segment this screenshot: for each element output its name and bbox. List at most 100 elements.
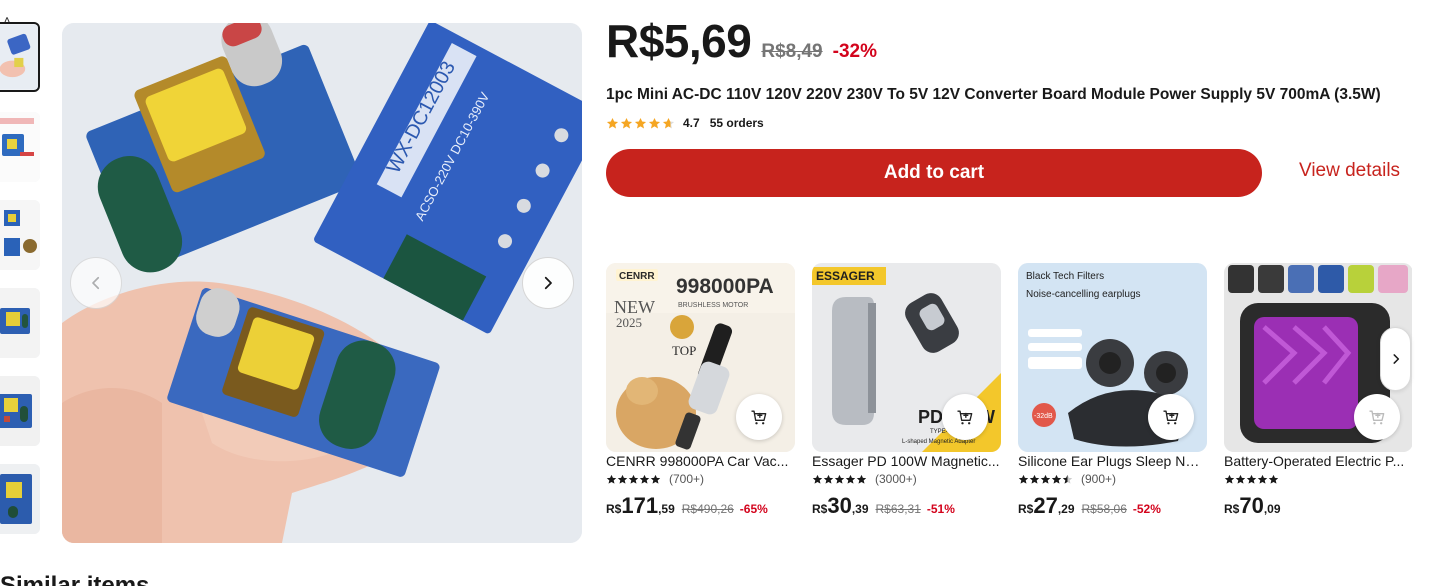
star-icon [606,474,617,484]
card-price-integer: 70 [1239,493,1264,518]
card-image-text: ESSAGER [816,269,875,283]
card-add-to-cart-button[interactable] [1354,394,1400,440]
card-image-text: CENRR [619,271,655,282]
star-icon [812,474,823,484]
card-image-text: 998000PA [676,275,774,298]
star-icon [1235,474,1246,484]
product-card[interactable]: Battery-Operated Electric P... R$ 70 ,09 [1224,263,1412,533]
card-price: R$ 30 ,39 R$63,31 -51% [812,493,955,519]
thumbnail-rail: ˄ [0,0,44,545]
rating-value: 4.7 [683,116,700,130]
star-icon [628,474,639,484]
add-to-cart-button[interactable]: Add to cart [606,149,1262,197]
main-product-image: WX-DC12003 ACSO-220V DC10-390V [62,23,582,543]
star-icon [856,474,867,484]
star-icon [1246,474,1257,484]
view-details-link[interactable]: View details [1299,160,1400,182]
rating-row[interactable]: 4.7 55 orders [606,115,764,131]
card-price-decimal: ,39 [851,502,869,516]
card-rating [1224,472,1287,486]
card-price-integer: 30 [827,493,852,518]
star-icon [823,474,834,484]
card-price-decimal: ,59 [658,502,675,516]
card-image-text: TOP [672,343,696,358]
image-prev-button[interactable] [70,257,122,309]
star-icon [662,117,675,128]
add-to-cart-icon [751,410,767,425]
card-price: R$ 171 ,59 R$490,26 -65% [606,493,768,519]
star-icon [648,117,661,128]
card-old-price: R$58,06 [1081,502,1127,516]
card-rating-stars [812,474,867,485]
add-to-cart-icon [1163,410,1179,425]
thumbnail-3[interactable] [0,200,40,270]
card-rating: (700+) [606,472,704,486]
price-row: R$5,69 R$8,49 -32% [606,14,877,72]
star-icon [1029,474,1040,484]
card-rating-stars [1018,474,1073,485]
card-review-count: (700+) [669,472,705,486]
star-icon [1062,474,1073,484]
card-rating-stars [606,474,661,485]
star-icon [1257,474,1268,484]
image-next-button[interactable] [522,257,574,309]
rating-stars [606,117,675,130]
card-review-count: (3000+) [875,472,917,486]
card-add-to-cart-button[interactable] [942,394,988,440]
card-image-text: BRUSHLESS MOTOR [678,302,748,309]
star-icon [617,474,628,484]
card-price-decimal: ,09 [1263,502,1281,516]
card-title: CENRR 998000PA Car Vac... [606,453,789,469]
card-price-currency: R$ [812,502,828,516]
product-photo: WX-DC12003 ACSO-220V DC10-390V [62,23,582,543]
card-image-text: Black Tech Filters [1026,271,1104,282]
card-rating-stars [1224,474,1279,485]
thumbnail-5[interactable] [0,376,40,446]
chevron-right-icon [544,276,552,290]
card-discount: -65% [739,502,768,516]
product-card[interactable]: ESSAGER PD 100W TYPE-C L-shaped Magnetic… [812,263,1001,533]
star-icon [650,474,661,484]
recommendation-strip: CENRR 998000PA BRUSHLESS MOTOR NEW 2025 … [606,263,1412,533]
card-old-price: R$63,31 [875,502,921,516]
original-price: R$8,49 [761,41,823,62]
chevron-right-icon [1392,354,1399,364]
thumbnail-1[interactable] [0,22,40,92]
product-card[interactable]: Black Tech Filters Noise-cancelling earp… [1018,263,1207,533]
add-to-cart-icon [957,410,973,425]
card-price-currency: R$ [606,502,622,516]
thumbnail-2[interactable] [0,112,40,182]
card-rating: (3000+) [812,472,917,486]
card-price: R$ 70 ,09 [1224,493,1294,519]
star-icon [620,117,633,128]
card-rating: (900+) [1018,472,1116,486]
product-title: 1pc Mini AC-DC 110V 120V 220V 230V To 5V… [606,86,1381,103]
thumbnail-4[interactable] [0,288,40,358]
recommendations-next-button[interactable] [1380,327,1411,391]
card-image-text: -32dB [1034,413,1053,420]
card-price-integer: 27 [1033,493,1058,518]
star-icon [1268,474,1279,484]
card-title: Silicone Ear Plugs Sleep Noi... [1018,453,1207,469]
star-icon [1051,474,1062,484]
card-add-to-cart-button[interactable] [1148,394,1194,440]
card-price-integer: 171 [621,493,659,518]
card-discount: -52% [1132,502,1161,516]
star-icon [845,474,856,484]
card-price: R$ 27 ,29 R$58,06 -52% [1018,493,1161,519]
card-add-to-cart-button[interactable] [736,394,782,440]
card-discount: -51% [926,502,955,516]
card-review-count: (900+) [1081,472,1117,486]
orders-count: 55 orders [709,116,764,130]
thumbnail-6[interactable] [0,464,40,534]
star-icon [639,474,650,484]
star-icon [1018,474,1029,484]
star-icon [1224,474,1235,484]
card-price-currency: R$ [1018,502,1034,516]
star-icon [834,474,845,484]
similar-items-heading: Similar items [0,572,150,586]
card-price-decimal: ,29 [1057,502,1075,516]
card-old-price: R$490,26 [681,502,734,516]
star-icon [634,117,647,128]
product-card[interactable]: CENRR 998000PA BRUSHLESS MOTOR NEW 2025 … [606,263,795,533]
